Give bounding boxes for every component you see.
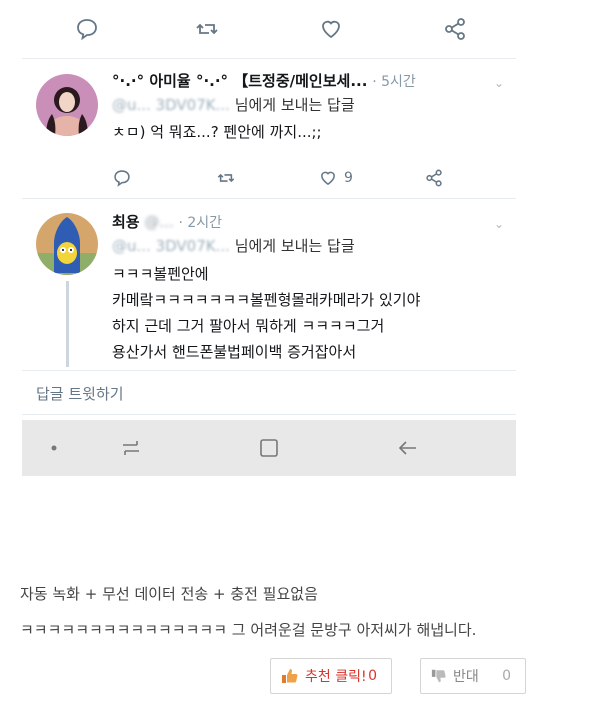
thumbs-up-icon bbox=[282, 669, 298, 683]
share-icon[interactable] bbox=[442, 16, 468, 42]
timestamp[interactable]: · 5시간 bbox=[372, 74, 416, 90]
android-nav-bar bbox=[22, 420, 516, 476]
like-button[interactable]: 9 bbox=[318, 168, 353, 188]
tweet-header: °·.·° 아미율 °·.·° 【트정중/메인보세... · 5시간 bbox=[112, 70, 416, 91]
reply-suffix: 님에게 보내는 답글 bbox=[234, 96, 355, 114]
reply-handle[interactable]: @u... 3DV07K... bbox=[112, 237, 230, 255]
home-icon[interactable] bbox=[255, 434, 283, 462]
dot-icon[interactable] bbox=[40, 434, 68, 462]
reply-tweet-input[interactable]: 답글 트윗하기 bbox=[22, 370, 516, 415]
reply-context: @u... 3DV07K... 님에게 보내는 답글 bbox=[112, 94, 355, 115]
caption-line: ㅋㅋㅋㅋㅋㅋㅋㅋㅋㅋㅋㅋㅋㅋㅋ 그 어려운걸 문방구 아저씨가 해냅니다. bbox=[20, 621, 477, 639]
previous-tweet-actions bbox=[22, 0, 516, 59]
reply-icon[interactable] bbox=[74, 16, 100, 42]
recent-apps-icon[interactable] bbox=[117, 434, 145, 462]
avatar[interactable] bbox=[36, 213, 98, 275]
tweet-text-line: 하지 근데 그거 팔아서 뭐하게 ㅋㅋㅋㅋ그거 bbox=[112, 317, 385, 335]
like-icon bbox=[321, 171, 335, 186]
reply-placeholder: 답글 트윗하기 bbox=[36, 385, 124, 403]
tweet-text-line: 카메랔ㅋㅋㅋㅋㅋㅋㅋ볼펜형몰래카메라가 있기야 bbox=[112, 291, 421, 309]
retweet-icon[interactable] bbox=[216, 168, 236, 188]
tweet-header: 최용 @... · 2시간 bbox=[112, 211, 222, 232]
chevron-down-icon[interactable]: ⌄ bbox=[494, 217, 504, 231]
recommend-button[interactable]: 추천 클릭! 0 bbox=[270, 658, 392, 694]
reply-context: @u... 3DV07K... 님에게 보내는 답글 bbox=[112, 235, 355, 256]
timestamp[interactable]: · 2시간 bbox=[178, 215, 222, 231]
tweet-text-line: 용산가서 핸드폰불법페이백 증거잡아서 bbox=[112, 343, 357, 361]
thread-line bbox=[66, 281, 69, 367]
avatar[interactable] bbox=[36, 74, 98, 136]
share-icon[interactable] bbox=[424, 168, 444, 188]
recommend-count: 0 bbox=[368, 668, 377, 684]
chevron-down-icon[interactable]: ⌄ bbox=[494, 76, 504, 90]
back-icon[interactable] bbox=[394, 434, 422, 462]
reply-handle[interactable]: @u... 3DV07K... bbox=[112, 96, 230, 114]
oppose-button[interactable]: 반대 0 bbox=[420, 658, 526, 694]
reply-icon[interactable] bbox=[112, 168, 132, 188]
like-count: 9 bbox=[344, 170, 353, 186]
handle[interactable]: @... bbox=[144, 213, 173, 231]
display-name[interactable]: °·.·° 아미율 °·.·° 【트정중/메인보세... bbox=[112, 72, 367, 90]
tweet-text-line: ㅋㅋㅋ볼펜안에 bbox=[112, 265, 209, 283]
caption-line: 자동 녹화 + 무선 데이터 전송 + 충전 필요없음 bbox=[20, 585, 318, 603]
thumbs-down-icon bbox=[431, 669, 446, 683]
recommend-label: 추천 클릭! bbox=[305, 669, 367, 685]
tweet-text: ㅊㅁ) 억 뭐죠...? 펜안에 까지...;; bbox=[112, 123, 322, 141]
like-icon[interactable] bbox=[318, 16, 344, 42]
display-name[interactable]: 최용 bbox=[112, 213, 140, 231]
oppose-label: 반대 bbox=[453, 669, 479, 685]
reply-suffix: 님에게 보내는 답글 bbox=[234, 237, 355, 255]
oppose-count: 0 bbox=[502, 668, 511, 684]
tweet-item[interactable]: 최용 @... · 2시간 ⌄ @u... 3DV07K... 님에게 보내는 … bbox=[22, 199, 516, 369]
retweet-icon[interactable] bbox=[194, 16, 220, 42]
tweet-item[interactable]: °·.·° 아미율 °·.·° 【트정중/메인보세... · 5시간 ⌄ @u.… bbox=[22, 58, 516, 199]
